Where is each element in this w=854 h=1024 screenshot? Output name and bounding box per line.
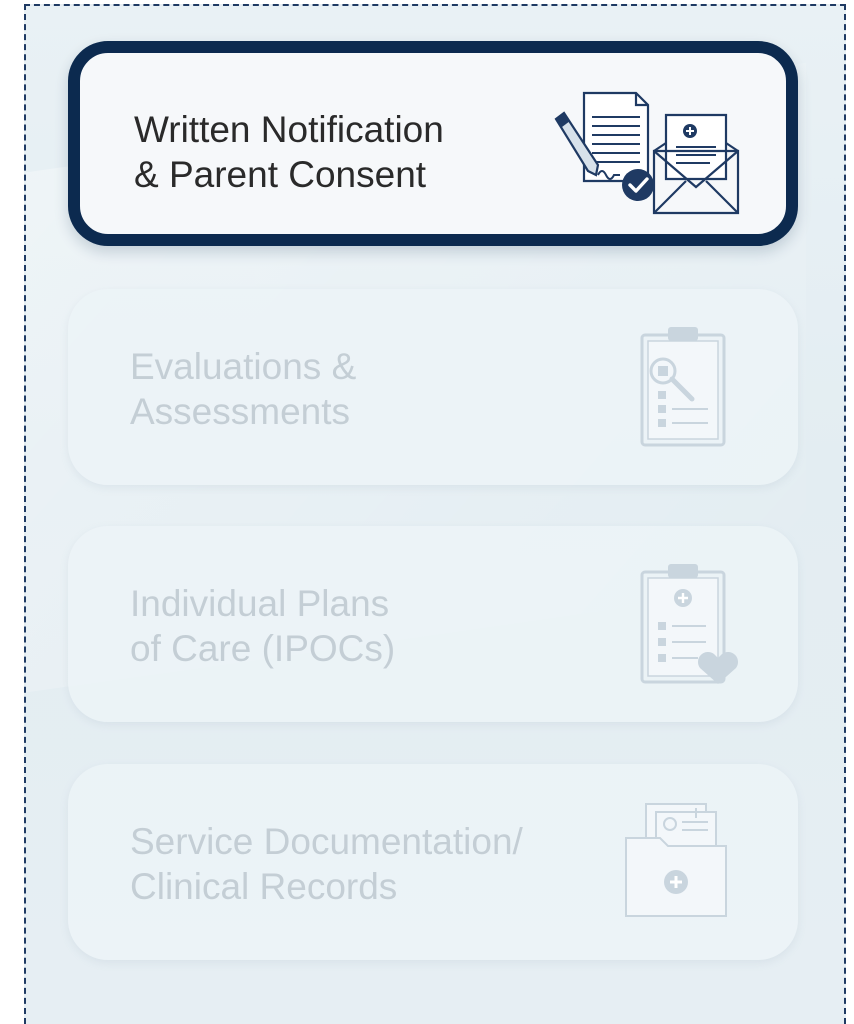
- menu-item-label: Written Notification & Parent Consent: [134, 109, 444, 195]
- menu-item-written-notification[interactable]: Written Notification & Parent Consent: [68, 41, 798, 246]
- document-envelope-icon: [554, 91, 740, 215]
- menu-item-individual-plans[interactable]: Individual Plans of Care (IPOCs): [68, 526, 798, 722]
- menu-item-label: Individual Plans of Care (IPOCs): [130, 583, 396, 669]
- clipboard-heart-icon: [640, 564, 738, 684]
- menu-panel: Written Notification & Parent Consent Ev…: [24, 4, 846, 1024]
- folder-plus-icon: [625, 803, 727, 917]
- menu-item-service-documentation[interactable]: Service Documentation/ Clinical Records: [68, 764, 798, 960]
- clipboard-magnifier-icon: [640, 327, 726, 447]
- menu-item-label: Evaluations & Assessments: [130, 346, 357, 432]
- menu-item-label: Service Documentation/ Clinical Records: [130, 821, 523, 907]
- menu-item-evaluations[interactable]: Evaluations & Assessments: [68, 289, 798, 485]
